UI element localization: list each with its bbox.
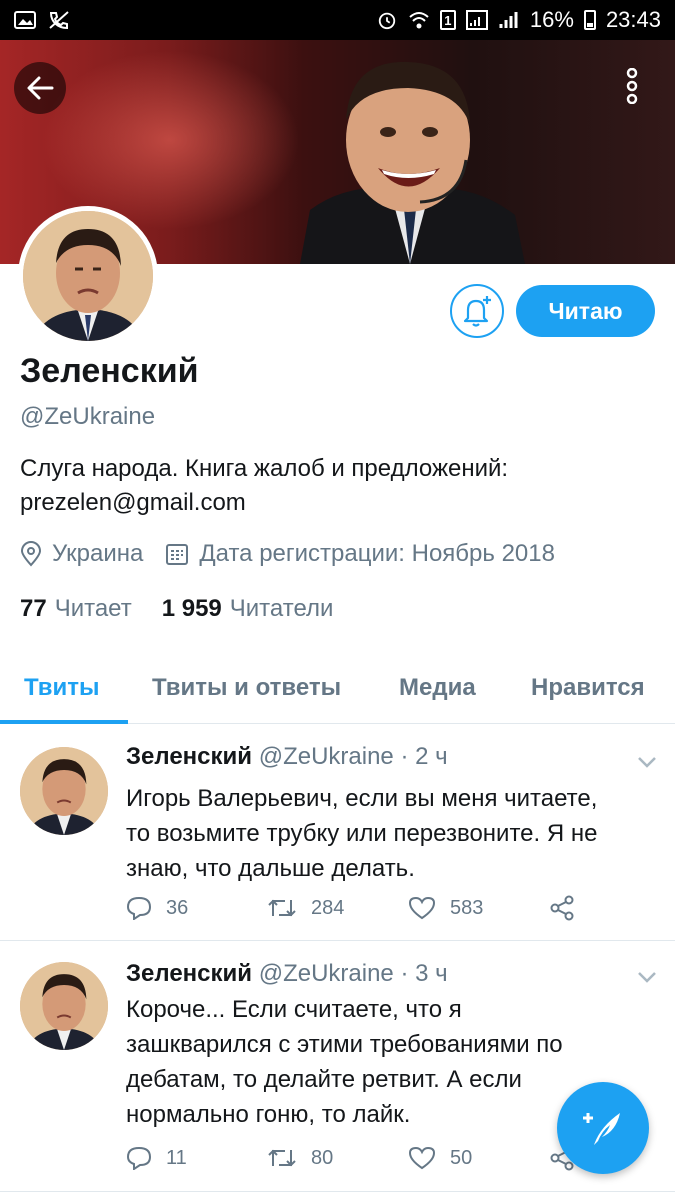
more-options-button[interactable]	[610, 60, 654, 112]
followers-count: 1 959	[161, 595, 222, 622]
gallery-icon	[14, 11, 36, 29]
tweet-avatar[interactable]	[20, 747, 108, 835]
tweet-header: Зеленский @ZeUkraine · 2 ч	[126, 743, 448, 771]
arrow-left-icon	[27, 76, 54, 100]
tweet[interactable]: Зеленский @ZeUkraine · 2 ч Игорь Валерье…	[0, 725, 675, 941]
back-button[interactable]	[14, 62, 66, 114]
signal-icon	[465, 10, 488, 30]
avatar-photo	[20, 962, 108, 1050]
notifications-button[interactable]	[450, 284, 504, 338]
reply-button[interactable]: 11	[126, 1146, 267, 1170]
profile-tabs: Твиты Твиты и ответы Медиа Нравится	[0, 660, 675, 724]
tweet-text: Игорь Валерьевич, если вы меня читаете, …	[126, 781, 656, 886]
chevron-down-icon[interactable]	[636, 755, 658, 769]
tab-likes[interactable]: Нравится	[531, 674, 645, 702]
clock: 23:43	[605, 7, 661, 32]
banner-light	[40, 50, 300, 230]
tweet-line: то возьмите трубку или перезвоните. Я не	[126, 820, 598, 847]
profile-bio: Слуга народа. Книга жалоб и предложений:…	[20, 452, 650, 520]
followers-stat[interactable]: 1 959 Читатели	[162, 595, 334, 623]
retweet-icon	[268, 899, 296, 917]
following-button[interactable]: Читаю	[516, 285, 655, 337]
tweet-line: Короче... Если считаете, что я	[126, 996, 462, 1023]
retweet-icon	[268, 1149, 296, 1167]
tab-tweets[interactable]: Твиты	[24, 674, 100, 702]
signal-icon-2	[499, 12, 518, 28]
following-label: Читает	[54, 595, 132, 622]
like-count: 583	[450, 896, 484, 919]
profile-stats: 77 Читает 1 959 Читатели	[20, 595, 363, 623]
bio-text: Слуга народа. Книга жалоб и предложений:	[20, 455, 509, 482]
tab-media[interactable]: Медиа	[399, 674, 476, 702]
retweet-count: 284	[311, 896, 345, 919]
share-button[interactable]	[549, 895, 575, 921]
profile-name: Зеленский	[20, 352, 199, 390]
tweet-line: знаю, что дальше делать.	[126, 855, 415, 882]
sim-icon: 1	[439, 10, 456, 30]
reply-icon	[126, 1146, 152, 1170]
tweet-author-name[interactable]: Зеленский	[126, 743, 252, 770]
tweet-line: зашкварился с этими требованиями по	[126, 1031, 563, 1058]
battery-percent: 16%	[529, 7, 574, 32]
following-stat[interactable]: 77 Читает	[20, 595, 132, 623]
like-count: 50	[450, 1146, 473, 1169]
tweet-handle-time: @ZeUkraine · 3 ч	[258, 960, 448, 987]
like-button[interactable]: 50	[408, 1146, 549, 1170]
reply-icon	[126, 896, 152, 920]
battery-icon	[583, 10, 596, 30]
bell-add-icon	[463, 296, 491, 327]
retweet-count: 80	[311, 1146, 334, 1169]
retweet-button[interactable]: 284	[267, 896, 408, 920]
heart-icon	[408, 896, 436, 920]
more-vertical-icon	[626, 68, 638, 104]
following-count: 77	[20, 595, 47, 622]
profile-avatar[interactable]	[18, 206, 158, 346]
followers-label: Читатели	[229, 595, 334, 622]
tweet-header: Зеленский @ZeUkraine · 3 ч	[126, 960, 448, 988]
retweet-button[interactable]: 80	[267, 1146, 408, 1170]
compose-quill-icon	[583, 1113, 620, 1145]
tweet-actions: 11 80 50	[126, 1145, 575, 1171]
tab-active-indicator	[0, 720, 128, 724]
profile-meta: Украина Дата регистрации: Ноябрь 2018	[20, 540, 577, 568]
chevron-down-icon[interactable]	[636, 970, 658, 984]
tweet-line: Игорь Валерьевич, если вы меня читаете,	[126, 785, 598, 812]
location-text: Украина	[52, 540, 144, 567]
calendar-icon	[166, 544, 189, 565]
share-icon	[550, 895, 574, 921]
tweet-avatar[interactable]	[20, 962, 108, 1050]
alarm-icon	[378, 12, 396, 30]
heart-icon	[408, 1146, 436, 1170]
tweet-handle-time: @ZeUkraine · 2 ч	[258, 743, 448, 770]
compose-tweet-button[interactable]	[557, 1082, 649, 1174]
tweet-author-name[interactable]: Зеленский	[126, 960, 252, 987]
profile-handle: @ZeUkraine	[20, 403, 156, 430]
reply-count: 11	[166, 1146, 187, 1169]
tweet-actions: 36 284 583	[126, 895, 575, 921]
location-pin-icon	[20, 541, 42, 567]
bio-email-link[interactable]: prezelen@gmail.com	[20, 486, 650, 520]
like-button[interactable]: 583	[408, 896, 549, 920]
wifi-icon	[409, 12, 429, 29]
mute-call-icon	[49, 11, 69, 30]
tab-tweets-replies[interactable]: Твиты и ответы	[152, 674, 341, 702]
avatar-photo	[23, 211, 153, 341]
status-bar: 1 16% 23:43	[0, 0, 675, 40]
reply-button[interactable]: 36	[126, 896, 267, 920]
avatar-photo	[20, 747, 108, 835]
reply-count: 36	[166, 896, 189, 919]
banner-photo	[300, 61, 525, 264]
joined-date: Дата регистрации: Ноябрь 2018	[199, 540, 555, 567]
